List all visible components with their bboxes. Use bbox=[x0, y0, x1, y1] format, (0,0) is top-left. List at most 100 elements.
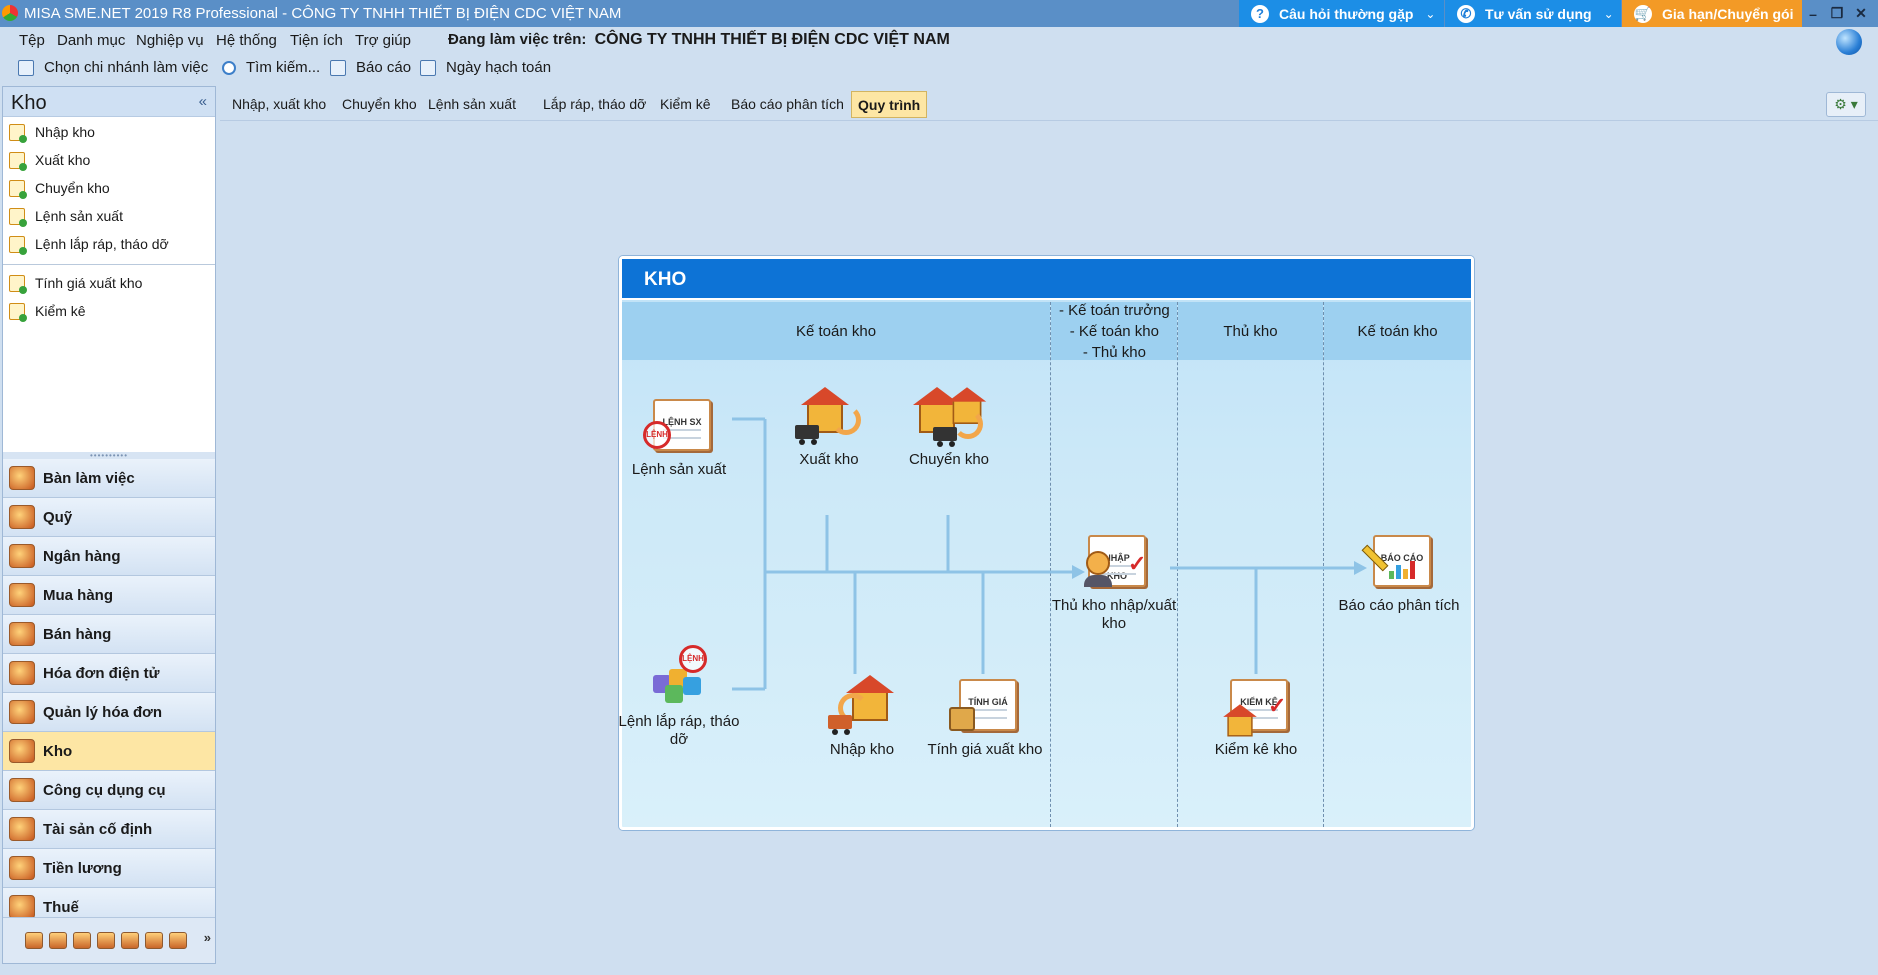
chevron-down-icon: ⌄ bbox=[1425, 6, 1436, 21]
document-icon bbox=[9, 302, 27, 322]
nav-title: Kho bbox=[11, 92, 47, 114]
nav-link-stocktake[interactable]: Kiểm kê bbox=[3, 297, 215, 325]
module-sales[interactable]: Bán hàng bbox=[3, 615, 215, 654]
collapse-icon[interactable]: « bbox=[199, 93, 207, 110]
module-cash[interactable]: Quỹ bbox=[3, 498, 215, 537]
menu-bar: Tệp Danh mục Nghiệp vụ Hệ thống Tiện ích… bbox=[0, 27, 1878, 55]
cube-icon bbox=[683, 677, 701, 695]
node-storekeeper[interactable]: NHẬP KHO ✓ Thủ kho nhập/xuất kho bbox=[1049, 529, 1179, 633]
shortcut-icon[interactable] bbox=[145, 932, 163, 949]
tab-analysis-report[interactable]: Báo cáo phân tích bbox=[725, 91, 850, 118]
purchase-icon bbox=[9, 583, 35, 607]
nav-link-transfer[interactable]: Chuyển kho bbox=[3, 174, 215, 202]
nav-link-issue[interactable]: Xuất kho bbox=[3, 146, 215, 174]
nav-splitter[interactable]: •••••••••• bbox=[3, 451, 215, 460]
box-icon bbox=[949, 707, 975, 731]
stock-receipt-icon bbox=[826, 673, 898, 735]
module-label: Quản lý hóa đơn bbox=[43, 703, 163, 721]
close-button[interactable]: ✕ bbox=[1850, 0, 1872, 27]
report-button[interactable]: Báo cáo bbox=[330, 59, 411, 76]
tab-transfer[interactable]: Chuyển kho bbox=[336, 91, 423, 118]
desk-icon bbox=[9, 466, 35, 490]
invoice-icon bbox=[9, 700, 35, 724]
module-label: Tài sản cố định bbox=[43, 820, 153, 838]
nav-link-assembly[interactable]: Lệnh lắp ráp, tháo dỡ bbox=[3, 230, 215, 258]
nav-links: Nhập kho Xuất kho Chuyển kho Lệnh sản xu… bbox=[3, 118, 215, 325]
shortcut-icon[interactable] bbox=[49, 932, 67, 949]
tab-receipt-issue[interactable]: Nhập, xuất kho bbox=[226, 91, 332, 118]
menu-catalog[interactable]: Danh mục bbox=[57, 32, 125, 49]
report-label: Báo cáo bbox=[356, 59, 412, 76]
restore-button[interactable]: ❐ bbox=[1826, 0, 1848, 27]
module-purchase[interactable]: Mua hàng bbox=[3, 576, 215, 615]
shortcut-icon[interactable] bbox=[25, 932, 43, 949]
menu-file[interactable]: Tệp bbox=[19, 32, 45, 49]
fixed-assets-icon bbox=[9, 817, 35, 841]
module-tabs: Nhập, xuất kho Chuyển kho Lệnh sản xuất … bbox=[220, 88, 1878, 121]
module-label: Thuế bbox=[43, 898, 79, 916]
module-warehouse[interactable]: Kho bbox=[3, 732, 215, 771]
module-payroll[interactable]: Tiền lương bbox=[3, 849, 215, 888]
module-einvoice[interactable]: Hóa đơn điện tử bbox=[3, 654, 215, 693]
module-invoice-mgmt[interactable]: Quản lý hóa đơn bbox=[3, 693, 215, 732]
menu-utilities[interactable]: Tiện ích bbox=[290, 32, 343, 49]
tab-assembly[interactable]: Lắp ráp, tháo dỡ bbox=[537, 91, 652, 118]
node-costing[interactable]: TÍNH GIÁ Tính giá xuất kho bbox=[920, 673, 1050, 759]
faq-label: Câu hỏi thường gặp bbox=[1279, 5, 1414, 22]
node-stock-receipt[interactable]: Nhập kho bbox=[797, 673, 927, 759]
node-stock-issue[interactable]: Xuất kho bbox=[764, 383, 894, 469]
faq-button[interactable]: ? Câu hỏi thường gặp ⌄ bbox=[1239, 0, 1444, 27]
menu-help[interactable]: Trợ giúp bbox=[355, 32, 411, 49]
settings-gear-icon[interactable]: ⚙ ▾ bbox=[1826, 92, 1866, 117]
help-icon: ? bbox=[1251, 4, 1269, 23]
einvoice-icon bbox=[9, 661, 35, 685]
document-icon bbox=[9, 207, 27, 227]
node-stocktake[interactable]: KIỂM KÊ ✓ Kiểm kê kho bbox=[1191, 673, 1321, 759]
renew-label: Gia hạn/Chuyển gói bbox=[1662, 5, 1794, 22]
nav-link-production-order[interactable]: Lệnh sản xuất bbox=[3, 202, 215, 230]
storekeeper-icon: NHẬP KHO ✓ bbox=[1078, 529, 1150, 591]
search-button[interactable]: Tìm kiếm... bbox=[222, 59, 320, 76]
menu-system[interactable]: Hệ thống bbox=[216, 32, 277, 49]
warehouse-process-diagram: KHO Kế toán kho - Kế toán trưởng - Kế to… bbox=[619, 256, 1474, 830]
posting-date-button[interactable]: Ngày hạch toán bbox=[420, 59, 551, 76]
search-icon bbox=[222, 60, 236, 75]
nav-divider bbox=[3, 258, 215, 265]
module-bank[interactable]: Ngân hàng bbox=[3, 537, 215, 576]
module-tools[interactable]: Công cụ dụng cụ bbox=[3, 771, 215, 810]
menu-operations[interactable]: Nghiệp vụ bbox=[136, 32, 204, 49]
branch-icon bbox=[18, 59, 34, 76]
shortcut-icon[interactable] bbox=[97, 932, 115, 949]
title-bar: MISA SME.NET 2019 R8 Professional - CÔNG… bbox=[0, 0, 1878, 27]
node-assembly-order[interactable]: LỆNH Lệnh lắp ráp, tháo dỡ bbox=[614, 645, 744, 749]
renew-button[interactable]: 🛒 Gia hạn/Chuyển gói bbox=[1622, 0, 1802, 27]
nav-link-costing[interactable]: Tính giá xuất kho bbox=[3, 269, 215, 297]
node-analysis-report[interactable]: BÁO CÁO Báo cáo phân tích bbox=[1334, 529, 1464, 615]
node-production-order[interactable]: LỆNH SX LỆNH Lệnh sản xuất bbox=[614, 393, 744, 479]
tab-production-order[interactable]: Lệnh sản xuất bbox=[422, 91, 522, 118]
globe-icon[interactable] bbox=[1836, 29, 1862, 55]
module-label: Bàn làm việc bbox=[43, 469, 135, 487]
stock-transfer-icon bbox=[913, 383, 987, 447]
tab-process[interactable]: Quy trình bbox=[851, 91, 928, 118]
report-icon bbox=[330, 59, 346, 76]
consult-button[interactable]: ✆ Tư vấn sử dụng ⌄ bbox=[1445, 0, 1621, 27]
minimize-button[interactable]: – bbox=[1802, 0, 1824, 27]
document-icon bbox=[9, 274, 27, 294]
working-on-prefix: Đang làm việc trên: bbox=[448, 31, 587, 48]
shortcut-icon[interactable] bbox=[73, 932, 91, 949]
module-desk[interactable]: Bàn làm việc bbox=[3, 459, 215, 498]
node-stock-transfer[interactable]: Chuyển kho bbox=[884, 383, 1014, 469]
branch-button[interactable]: Chọn chi nhánh làm việc bbox=[18, 59, 208, 76]
window-title: MISA SME.NET 2019 R8 Professional - CÔNG… bbox=[24, 5, 622, 22]
tab-stocktake[interactable]: Kiểm kê bbox=[654, 91, 717, 118]
checkmark-icon: ✓ bbox=[1128, 551, 1147, 576]
shortcut-icon[interactable] bbox=[121, 932, 139, 949]
shortcut-icon[interactable] bbox=[169, 932, 187, 949]
document-icon bbox=[9, 123, 27, 143]
consult-label: Tư vấn sử dụng bbox=[1485, 5, 1592, 22]
node-label: Lệnh lắp ráp, tháo dỡ bbox=[618, 713, 740, 748]
module-fixed-assets[interactable]: Tài sản cố định bbox=[3, 810, 215, 849]
nav-link-receipt[interactable]: Nhập kho bbox=[3, 118, 215, 146]
more-modules-icon[interactable]: » bbox=[204, 930, 211, 945]
